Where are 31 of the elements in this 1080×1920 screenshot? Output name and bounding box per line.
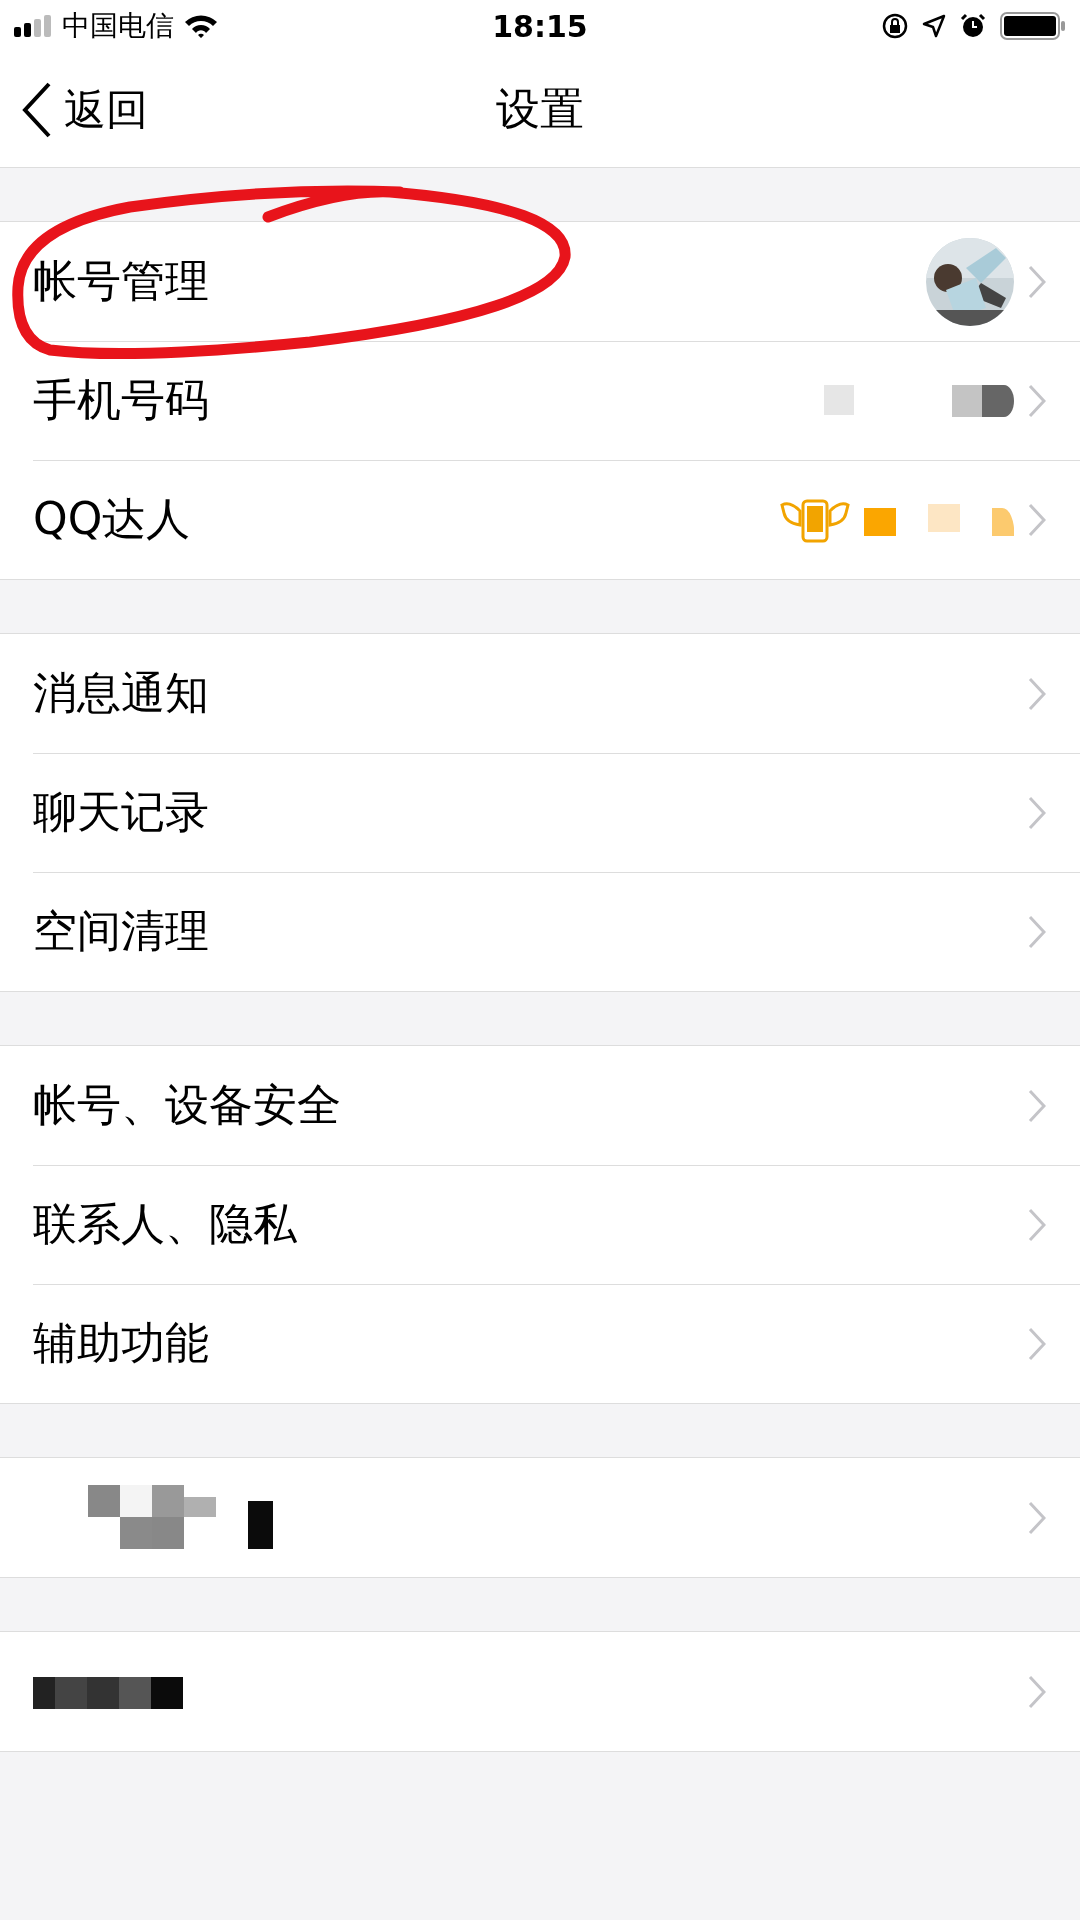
settings-row[interactable]: 聊天记录 [0, 753, 1080, 872]
chevron-right-icon [1028, 502, 1046, 537]
alarm-icon [960, 13, 986, 39]
signal-icon [14, 15, 52, 37]
chevron-right-icon [1028, 383, 1046, 418]
chevron-right-icon [1028, 264, 1046, 299]
back-button[interactable]: 返回 [0, 81, 148, 138]
back-chevron-icon [22, 81, 52, 138]
chevron-right-icon [1028, 1326, 1046, 1361]
location-arrow-icon [922, 14, 946, 38]
status-time: 18:15 [492, 8, 588, 44]
chevron-right-icon [1028, 676, 1046, 711]
chevron-right-icon [1028, 914, 1046, 949]
settings-row[interactable]: 联系人、隐私 [0, 1165, 1080, 1284]
chevron-right-icon [1028, 795, 1046, 830]
rotation-lock-icon [882, 13, 908, 39]
settings-row[interactable]: 辅助功能 [0, 1284, 1080, 1403]
chevron-right-icon [1028, 1674, 1046, 1709]
settings-row[interactable]: 消息通知 [0, 634, 1080, 753]
battery-icon [1000, 12, 1066, 40]
chevron-right-icon [1028, 1207, 1046, 1242]
settings-row[interactable]: 空间清理 [0, 872, 1080, 991]
carrier-name: 中国电信 [62, 8, 174, 44]
settings-row[interactable]: 帐号管理 [0, 222, 1080, 341]
settings-row[interactable]: 帐号、设备安全 [0, 1046, 1080, 1165]
chevron-right-icon [1028, 1088, 1046, 1123]
page-title: 设置 [496, 82, 584, 136]
settings-row[interactable]: 手机号码 [0, 341, 1080, 460]
chevron-right-icon [1028, 1500, 1046, 1535]
wifi-icon [184, 14, 218, 38]
settings-row[interactable]: QQ达人 [0, 460, 1080, 579]
